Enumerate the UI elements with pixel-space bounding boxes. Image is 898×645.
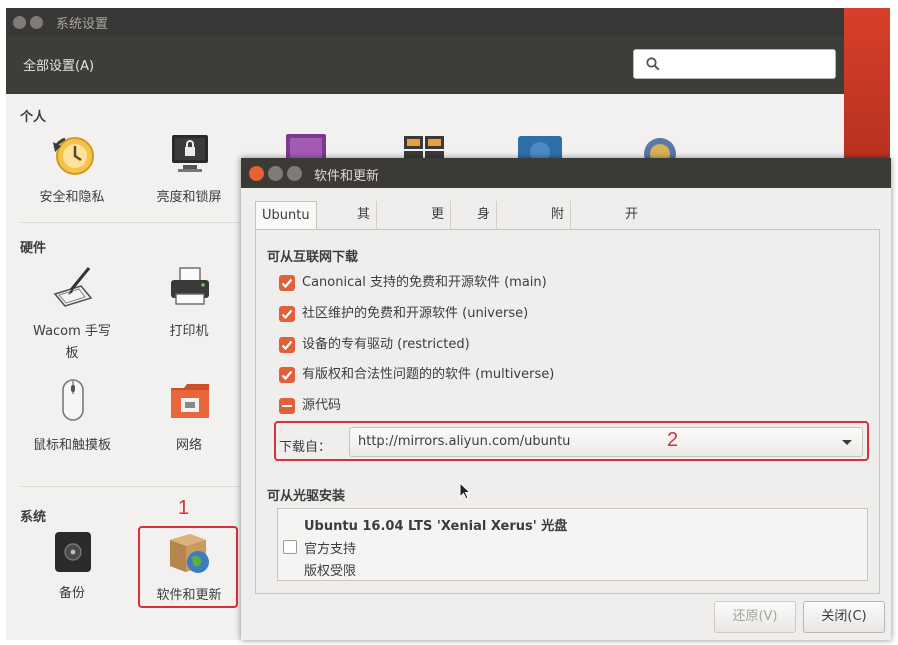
search-icon xyxy=(646,57,660,71)
tile-mouse-touchpad[interactable]: 鼠标和触摸板 xyxy=(17,378,127,458)
tile-label: 打印机 xyxy=(169,324,209,339)
settings-title: 系统设置 xyxy=(56,17,109,32)
repo-label: 设备的专有驱动 (restricted) xyxy=(302,337,470,352)
minimize-icon[interactable] xyxy=(30,16,43,29)
section-personal: 个人 xyxy=(20,110,47,125)
tab-additional-drivers[interactable]: 附加驱动 xyxy=(545,201,572,306)
tab-authentication[interactable]: 身份验证 xyxy=(471,201,498,306)
highlight-box-2 xyxy=(274,421,869,461)
close-button[interactable]: 关闭(C) xyxy=(803,601,885,633)
cdrom-line2: 官方支持 xyxy=(304,542,357,557)
tile-label: 亮度和锁屏 xyxy=(156,190,222,205)
cdrom-checkbox[interactable] xyxy=(283,540,297,554)
section-hardware: 硬件 xyxy=(20,241,47,256)
security-privacy-icon xyxy=(53,137,94,175)
checkbox-checked-icon xyxy=(279,275,295,291)
checkbox-mixed-icon xyxy=(279,398,295,414)
divider xyxy=(20,486,240,487)
backup-safe-icon xyxy=(55,532,91,572)
settings-titlebar: 系统设置 xyxy=(6,8,844,36)
tab-developer-options[interactable]: 开发者选项 xyxy=(619,201,644,334)
step-number-2: 2 xyxy=(667,429,679,451)
cdrom-line3: 版权受限 xyxy=(304,564,357,579)
dialog-titlebar: 软件和更新 xyxy=(241,158,891,188)
checkbox-checked-icon xyxy=(279,306,295,322)
printer-icon xyxy=(171,267,209,305)
tile-label: 网络 xyxy=(175,438,202,453)
tile-label: Wacom 手写 xyxy=(33,324,111,339)
divider xyxy=(20,222,240,223)
wacom-tablet-icon xyxy=(53,267,93,307)
internet-group-title: 可从互联网下载 xyxy=(267,250,359,265)
tile-printer[interactable]: 打印机 xyxy=(134,264,244,344)
tile-wacom-tablet[interactable]: Wacom 手写 板 xyxy=(17,264,127,364)
tile-label: 备份 xyxy=(58,586,85,601)
tile-security-privacy[interactable]: 安全和隐私 xyxy=(17,132,127,212)
desktop-background xyxy=(844,8,890,168)
tile-network[interactable]: 网络 xyxy=(134,378,244,458)
repo-label: 源代码 xyxy=(302,398,342,413)
tile-backup[interactable]: 备份 xyxy=(17,530,127,610)
tile-label-continued: 板 xyxy=(65,346,79,361)
step-number-1: 1 xyxy=(178,497,190,519)
tile-label: 鼠标和触摸板 xyxy=(32,438,111,453)
highlight-box-1 xyxy=(138,526,238,608)
cdrom-group-title: 可从光驱安装 xyxy=(267,489,346,504)
section-system: 系统 xyxy=(20,510,47,525)
cdrom-name: Ubuntu 16.04 LTS 'Xenial Xerus' 光盘 xyxy=(304,519,568,534)
repo-label: 社区维护的免费和开源软件 (universe) xyxy=(302,306,529,321)
checkbox-checked-icon xyxy=(279,367,295,383)
close-icon[interactable] xyxy=(249,166,264,181)
minimize-icon[interactable] xyxy=(268,166,283,181)
repo-label: Canonical 支持的免费和开源软件 (main) xyxy=(302,275,547,290)
cdrom-list: Ubuntu 16.04 LTS 'Xenial Xerus' 光盘 官方支持 … xyxy=(277,508,868,581)
tab-updates[interactable]: 更新 xyxy=(425,201,452,250)
dialog-title: 软件和更新 xyxy=(314,169,380,184)
revert-button[interactable]: 还原(V) xyxy=(714,601,796,633)
maximize-icon[interactable] xyxy=(287,166,302,181)
tab-ubuntu-software[interactable]: Ubuntu 软件 xyxy=(255,201,317,251)
mouse-cursor-icon xyxy=(459,482,471,500)
search-input[interactable] xyxy=(633,49,836,79)
close-icon[interactable] xyxy=(13,16,26,29)
software-updates-dialog: 软件和更新 Ubuntu 软件 其它软件 更新 身份验证 附加驱动 开发者选项 … xyxy=(241,158,891,640)
repo-label: 有版权和合法性问题的的软件 (multiverse) xyxy=(302,367,555,382)
brightness-lock-icon xyxy=(172,135,208,172)
tab-other-software[interactable]: 其它软件 xyxy=(351,201,378,306)
tile-brightness-lock[interactable]: 亮度和锁屏 xyxy=(134,132,244,212)
mouse-icon xyxy=(62,379,84,421)
tile-label: 安全和隐私 xyxy=(39,190,105,205)
network-folder-icon xyxy=(171,384,209,418)
all-settings-button[interactable]: 全部设置(A) xyxy=(23,55,94,74)
settings-toolbar: 全部设置(A) xyxy=(6,36,844,94)
checkbox-checked-icon xyxy=(279,337,295,353)
